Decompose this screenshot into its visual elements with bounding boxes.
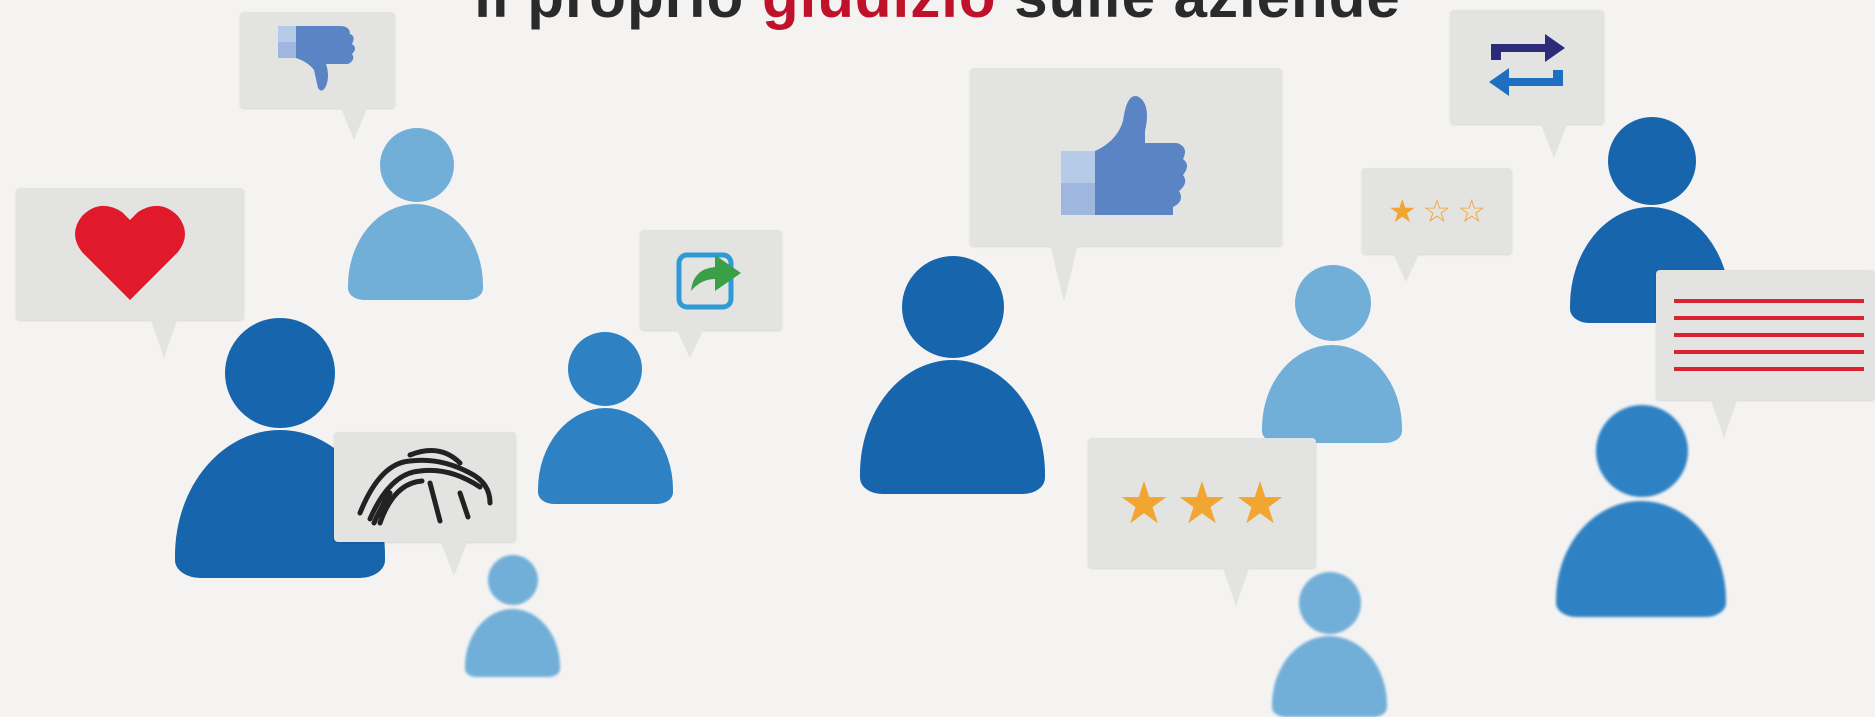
- person-bottom-right: [1556, 405, 1726, 617]
- scribble-bubble: [334, 432, 516, 542]
- bubble-tail: [676, 328, 704, 358]
- bubble-tail: [150, 318, 178, 358]
- text-lines-bubble: [1656, 270, 1875, 400]
- thumbs-down-icon: [277, 22, 358, 99]
- bubble-tail: [340, 106, 368, 140]
- one-star-bubble: ★ ☆ ☆: [1362, 168, 1512, 254]
- thumbs-down-bubble: [240, 12, 395, 108]
- share-bubble: [640, 230, 782, 330]
- person-center: [860, 256, 1045, 494]
- bubble-tail: [440, 540, 468, 576]
- text-lines-icon: [1674, 286, 1864, 384]
- bubble-tail: [1050, 244, 1078, 302]
- title-highlight: giudizio: [762, 0, 997, 30]
- bubble-tail: [1540, 122, 1568, 158]
- person-top-left: [348, 128, 483, 300]
- person-center-right: [1262, 265, 1402, 443]
- thumbs-up-bubble: [970, 68, 1282, 246]
- heart-bubble: [16, 188, 244, 320]
- person-bottom-left: [465, 555, 560, 677]
- three-star-bubble: ★ ★ ★: [1088, 438, 1316, 568]
- person-bottom-center: [1272, 572, 1387, 717]
- three-star-rating-icon: ★ ★ ★: [1118, 471, 1286, 536]
- thumbs-up-icon: [1061, 91, 1191, 224]
- scribble-icon: [350, 443, 500, 532]
- bubble-tail: [1392, 252, 1420, 282]
- bubble-tail: [1710, 398, 1738, 438]
- one-star-rating-icon: ★ ☆ ☆: [1387, 193, 1487, 229]
- share-icon: [675, 245, 747, 316]
- retweet-icon: [1485, 30, 1569, 105]
- person-center-left: [538, 332, 673, 504]
- retweet-bubble: [1450, 10, 1604, 124]
- bubble-tail: [1222, 566, 1250, 606]
- heart-icon: [74, 202, 186, 307]
